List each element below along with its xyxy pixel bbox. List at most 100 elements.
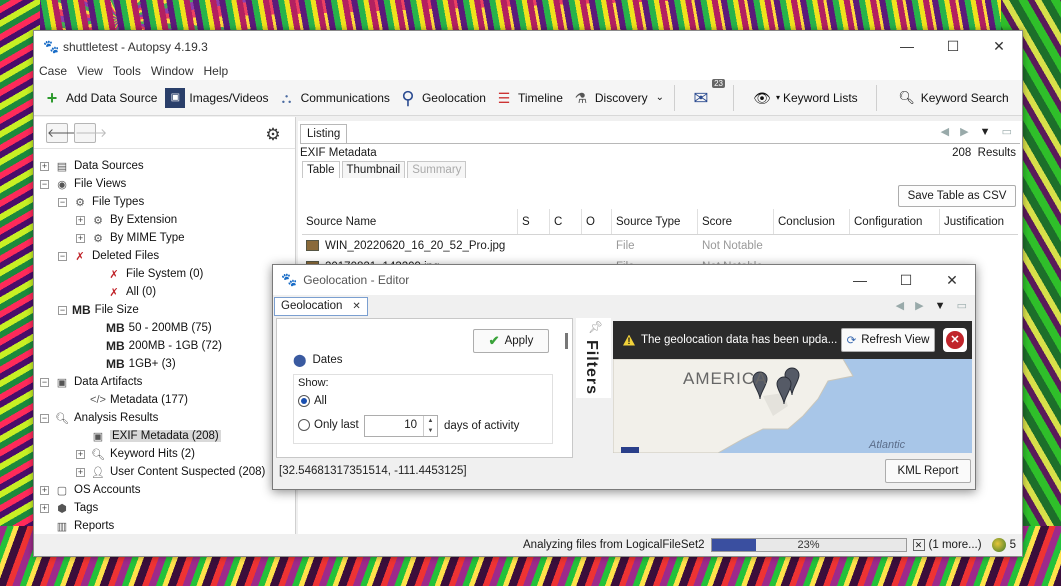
tree-item[interactable]: − 🔍︎ Analysis Results [40, 409, 158, 427]
expand-icon[interactable]: + [76, 449, 85, 459]
collapse-icon[interactable]: − [40, 413, 49, 423]
column-score[interactable]: Score [698, 209, 774, 234]
tree-item[interactable]: + ▤ Data Sources [40, 157, 144, 175]
expand-icon[interactable]: + [76, 467, 85, 477]
radio-only-last[interactable]: Only last [298, 419, 359, 431]
maximize-button[interactable]: ☐ [930, 38, 976, 55]
menu-view[interactable]: View [77, 64, 103, 78]
keyword-lists-button[interactable]: 👁 ▾ Keyword Lists [748, 84, 862, 112]
tree-item[interactable]: ▥ Reports [40, 517, 114, 535]
tree-item[interactable]: + ⬢ Tags [40, 499, 98, 517]
menu-tools[interactable]: Tools [113, 64, 141, 78]
inbox-button[interactable]: ✉ 23 [687, 78, 725, 112]
save-table-csv-button[interactable]: Save Table as CSV [898, 185, 1016, 207]
filter-scrollbar[interactable] [565, 333, 568, 349]
tab-scroll-arrows[interactable]: ◀ ▶ ▼ ▭ [941, 125, 1016, 138]
tree-item[interactable]: − ▣ Data Artifacts [40, 373, 142, 391]
cancel-ingest-icon[interactable]: ✕ [912, 539, 925, 551]
timeline-button[interactable]: ☰ Timeline [490, 84, 567, 112]
more-tasks-link[interactable]: (1 more...) [929, 539, 982, 551]
warning-icon: ! [623, 334, 635, 346]
geolocation-button[interactable]: ⚲ Geolocation [394, 84, 490, 112]
tree-item[interactable]: − MB File Size [58, 301, 139, 319]
tree-item[interactable]: + 🔍︎ Keyword Hits (2) [76, 445, 195, 463]
tab-listing[interactable]: Listing [300, 124, 348, 144]
menu-help[interactable]: Help [204, 64, 229, 78]
column-conclusion[interactable]: Conclusion [774, 209, 850, 234]
column-justification[interactable]: Justification [940, 209, 1018, 234]
chevron-double-down-icon[interactable]: ⌄ [656, 92, 664, 103]
add-data-source-button[interactable]: + Add Data Source [38, 84, 161, 112]
back-button[interactable]: 🡐 [46, 122, 79, 143]
pin-icon[interactable]: 📌︎ [588, 320, 603, 334]
column-configuration[interactable]: Configuration [850, 209, 940, 234]
notifications-icon[interactable] [991, 538, 1006, 552]
radio-all[interactable]: All [298, 395, 327, 407]
ingest-status-text[interactable]: Analyzing files from LogicalFileSet2 [523, 539, 705, 551]
tree-item[interactable]: + 👤︎ User Content Suspected (208) [76, 463, 265, 481]
gear-icon[interactable]: ⚙ [262, 125, 284, 145]
filter-panel: ✔ Apply ⬤ Dates Show: All Only last 10 ▲… [276, 318, 573, 458]
tree-item-label: User Content Suspected (208) [110, 466, 266, 478]
ingest-progress-bar[interactable]: 23% [710, 538, 907, 552]
minimize-button[interactable]: — [884, 38, 930, 55]
apply-button[interactable]: ✔ Apply [473, 329, 549, 353]
tree-item[interactable]: ✗ All (0) [92, 283, 156, 301]
dismiss-notice-button[interactable]: ✕ [943, 328, 967, 352]
collapse-icon[interactable]: − [58, 305, 67, 315]
close-button[interactable]: ✕ [929, 272, 975, 289]
column-s[interactable]: S [518, 209, 550, 234]
tree-item[interactable]: MB 200MB - 1GB (72) [92, 337, 222, 355]
forward-button[interactable]: 🡒 [74, 122, 107, 143]
kml-report-button[interactable]: KML Report [885, 459, 971, 483]
close-button[interactable]: ✕ [976, 38, 1022, 55]
tree-item[interactable]: MB 50 - 200MB (75) [92, 319, 212, 337]
collapse-icon[interactable]: − [58, 197, 67, 207]
refresh-view-button[interactable]: ⟳ Refresh View [841, 328, 935, 352]
expand-icon[interactable]: + [40, 485, 49, 495]
tree-item[interactable]: + ⚙ By Extension [76, 211, 177, 229]
tree-item[interactable]: − ⚙ File Types [58, 193, 144, 211]
tree-item[interactable]: − ◉ File Views [40, 175, 126, 193]
tab-geolocation[interactable]: Geolocation ✕ [274, 297, 368, 316]
tab-thumbnail[interactable]: Thumbnail [341, 161, 406, 178]
geo-titlebar[interactable]: 🐾 Geolocation - Editor — ☐ ✕ [273, 265, 975, 295]
menu-case[interactable]: Case [39, 64, 67, 78]
expand-icon[interactable]: + [76, 233, 85, 243]
tree-item[interactable]: + ▢ OS Accounts [40, 481, 140, 499]
tree-item[interactable]: − ✗ Deleted Files [58, 247, 159, 265]
expand-icon[interactable]: + [40, 503, 49, 513]
table-row[interactable]: WIN_20220620_16_20_52_Pro.jpg File Not N… [302, 235, 1018, 256]
maximize-button[interactable]: ☐ [883, 272, 929, 289]
communications-button[interactable]: ⛬ Communications [273, 84, 394, 112]
menu-window[interactable]: Window [151, 64, 194, 78]
images-videos-button[interactable]: ▣ Images/Videos [161, 84, 272, 112]
tree-item[interactable]: MB 1GB+ (3) [92, 355, 176, 373]
column-c[interactable]: C [550, 209, 582, 234]
minimize-button[interactable]: — [837, 272, 883, 289]
column-source-type[interactable]: Source Type [612, 209, 698, 234]
database-icon: ▤ [56, 160, 68, 173]
tab-scroll-arrows[interactable]: ◀ ▶ ▼ ▭ [896, 299, 971, 312]
tree-item[interactable]: + ⚙ By MIME Type [76, 229, 185, 247]
expand-icon[interactable]: + [40, 161, 49, 171]
stepper-arrows-icon[interactable]: ▲ ▼ [423, 416, 437, 436]
tree-item[interactable]: </> Metadata (177) [76, 391, 188, 409]
collapse-icon[interactable]: − [58, 251, 67, 261]
expand-icon[interactable]: + [76, 215, 85, 225]
keyword-search-button[interactable]: 🔍︎ Keyword Search [893, 84, 1013, 112]
column-o[interactable]: O [582, 209, 612, 234]
show-options-box: Show: All Only last 10 ▲ ▼ days of activi… [293, 374, 553, 444]
days-stepper[interactable]: 10 ▲ ▼ [364, 415, 438, 437]
collapse-icon[interactable]: − [40, 377, 49, 387]
close-tab-icon[interactable]: ✕ [352, 298, 360, 315]
discovery-button[interactable]: ⚗ Discovery ⌄ [567, 84, 668, 112]
tree-item[interactable]: ✗ File System (0) [92, 265, 203, 283]
main-titlebar[interactable]: 🐾 shuttletest - Autopsy 4.19.3 — ☐ ✕ [34, 31, 1022, 62]
tab-table[interactable]: Table [302, 161, 340, 178]
tree-item[interactable]: ▣ EXIF Metadata (208) [76, 427, 221, 445]
image-file-icon: ▣ [92, 430, 104, 443]
filters-side-tab[interactable]: 📌︎ Filters [576, 318, 611, 398]
collapse-icon[interactable]: − [40, 179, 49, 189]
column-source-name[interactable]: Source Name [302, 209, 518, 234]
